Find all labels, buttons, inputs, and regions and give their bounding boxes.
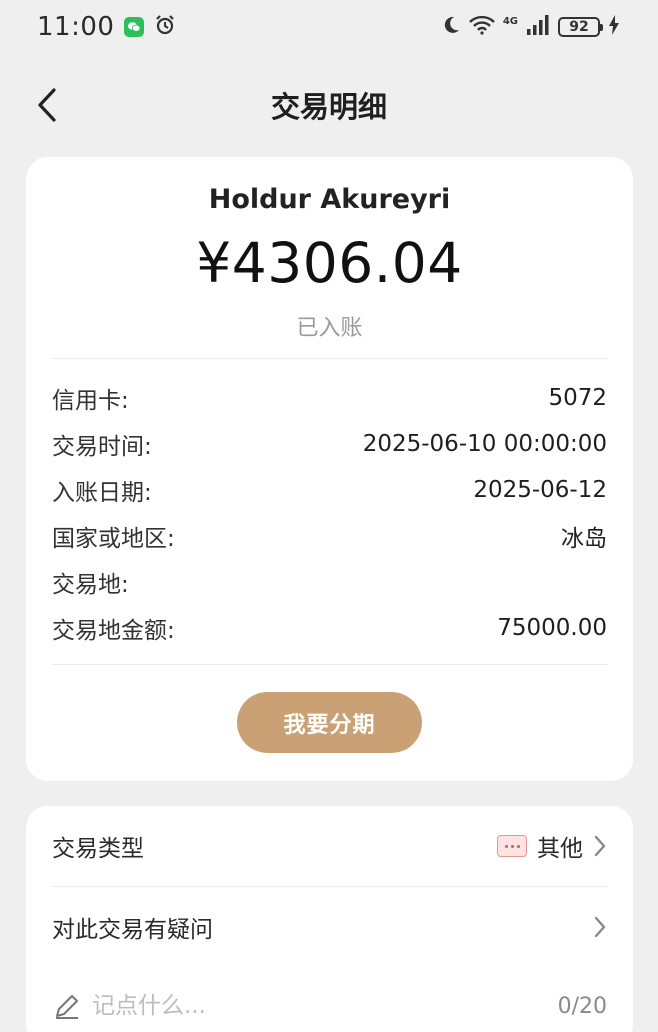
chevron-right-icon <box>594 835 606 857</box>
page-header: 交易明细 <box>0 70 658 140</box>
detail-row-country: 国家或地区: 冰岛 <box>52 513 607 559</box>
transaction-type-row[interactable]: 交易类型 其他 <box>52 806 607 886</box>
detail-row-card: 信用卡: 5072 <box>52 375 607 421</box>
divider <box>52 358 607 359</box>
transaction-type-selector: 其他 <box>497 829 607 863</box>
detail-label: 交易地: <box>52 572 129 598</box>
status-bar: 11:00 4G 92 <box>0 0 658 54</box>
transaction-dispute-row[interactable]: 对此交易有疑问 <box>52 887 607 967</box>
network-type: 4G <box>502 15 518 27</box>
note-char-count: 0/20 <box>557 993 607 1019</box>
detail-value: 2025-06-10 00:00:00 <box>362 431 607 457</box>
detail-label: 信用卡: <box>52 388 129 414</box>
detail-value: 75000.00 <box>497 615 607 641</box>
moon-icon <box>441 15 461 39</box>
category-other-icon <box>497 835 527 857</box>
detail-value: 冰岛 <box>561 526 607 552</box>
status-time: 11:00 <box>37 12 115 42</box>
status-left: 11:00 <box>37 12 176 42</box>
detail-row-local-amount: 交易地金额: 75000.00 <box>52 605 607 651</box>
pencil-icon <box>56 995 78 1019</box>
detail-row-time: 交易时间: 2025-06-10 00:00:00 <box>52 421 607 467</box>
transaction-card: Holdur Akureyri ¥4306.04 已入账 信用卡: 5072 交… <box>26 157 633 781</box>
transaction-amount: ¥4306.04 <box>196 231 463 295</box>
detail-row-posting-date: 入账日期: 2025-06-12 <box>52 467 607 513</box>
chevron-left-icon <box>38 88 56 122</box>
transaction-extra-card: 交易类型 其他 对此交易有疑问 0/20 <box>26 806 633 1032</box>
detail-row-location: 交易地: <box>52 559 607 605</box>
charging-icon <box>608 15 620 39</box>
detail-value: 5072 <box>548 385 607 411</box>
battery-icon: 92 <box>558 17 603 37</box>
status-right: 4G 92 <box>441 15 620 39</box>
transaction-detail-screen: 11:00 4G 92 交易明细 Holdur Akureyri ¥4306.0… <box>0 0 658 1032</box>
battery-level: 92 <box>569 19 589 35</box>
alarm-icon <box>154 14 176 40</box>
detail-value: 2025-06-12 <box>473 477 607 503</box>
back-button[interactable] <box>24 80 70 130</box>
detail-label: 交易地金额: <box>52 618 175 644</box>
divider <box>52 664 607 665</box>
detail-list: 信用卡: 5072 交易时间: 2025-06-10 00:00:00 入账日期… <box>52 375 607 651</box>
wifi-icon <box>468 15 495 39</box>
note-field-wrap <box>52 991 392 1021</box>
transaction-dispute-label: 对此交易有疑问 <box>52 917 213 943</box>
wechat-icon <box>124 17 145 37</box>
detail-label: 国家或地区: <box>52 526 175 552</box>
installment-button[interactable]: 我要分期 <box>237 692 422 753</box>
transaction-type-label: 交易类型 <box>52 836 144 862</box>
signal-icon <box>526 15 550 39</box>
note-input[interactable] <box>92 993 392 1019</box>
detail-label: 入账日期: <box>52 480 152 506</box>
posting-status: 已入账 <box>296 316 363 341</box>
note-row: 0/20 <box>52 968 607 1032</box>
chevron-right-icon <box>594 916 606 938</box>
transaction-type-value: 其他 <box>537 836 583 862</box>
detail-label: 交易时间: <box>52 434 152 460</box>
merchant-name: Holdur Akureyri <box>208 184 451 215</box>
page-title: 交易明细 <box>270 90 387 124</box>
